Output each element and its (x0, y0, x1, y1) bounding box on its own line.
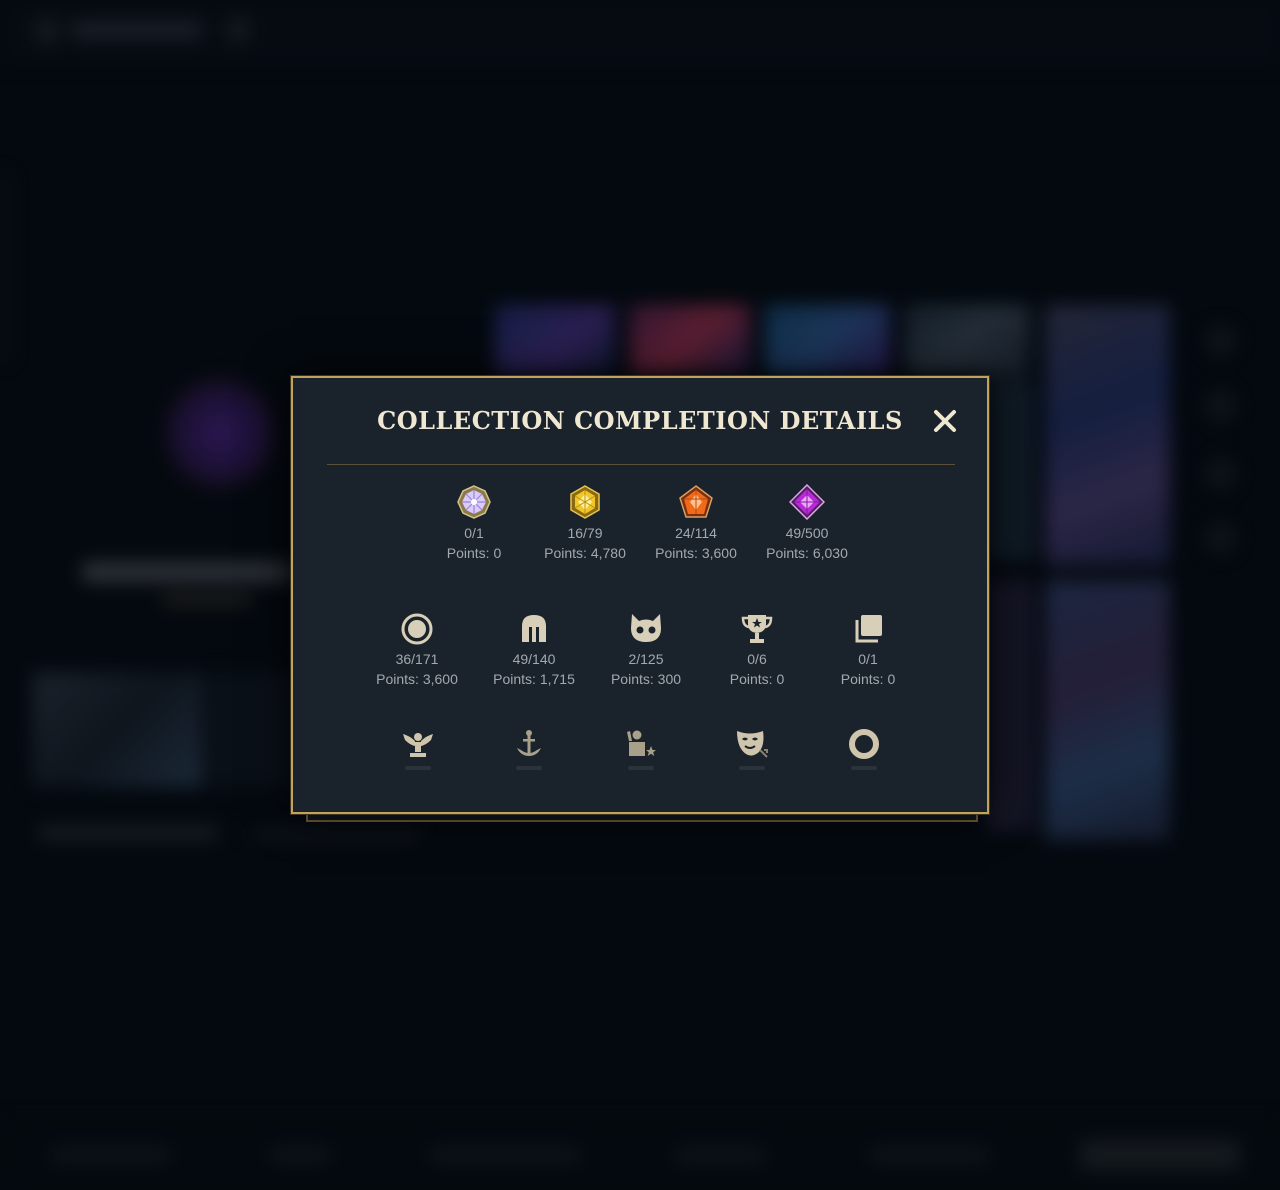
ward-icon (517, 730, 541, 756)
category-count: 0/1 (858, 651, 878, 667)
gem-stat-orange: 24/114 Points: 3,600 (636, 484, 756, 561)
category-stat-wards (499, 728, 559, 770)
gem-stat-purple: 49/500 Points: 6,030 (747, 484, 867, 561)
category-stat-skins: 49/140 Points: 1,715 (474, 612, 594, 687)
pet-icon (631, 614, 661, 642)
category-count: 2/125 (628, 651, 664, 667)
gem-count: 0/1 (464, 525, 484, 541)
gem-count: 24/114 (675, 525, 717, 541)
category-count: 0/6 (747, 651, 767, 667)
modal-title: COLLECTION COMPLETION DETAILS (377, 406, 903, 435)
collection-completion-modal: COLLECTION COMPLETION DETAILS 0/1 Points… (291, 376, 989, 814)
emote-icon (627, 730, 656, 756)
category-stat-emotes (611, 728, 671, 770)
ring-icon (849, 729, 879, 759)
gem-count: 49/500 (785, 525, 829, 541)
faded-label (516, 766, 542, 770)
category-points: Points: 0 (840, 671, 896, 687)
category-points: Points: 3,600 (376, 671, 458, 687)
statue-icon (403, 733, 433, 757)
mask-icon (737, 731, 768, 758)
close-button[interactable] (932, 408, 958, 434)
category-stat-icons: 36/171 Points: 3,600 (357, 612, 477, 687)
category-stat-rings (834, 728, 894, 770)
purple-gem-icon (789, 484, 825, 520)
trophy-icon (741, 615, 773, 643)
category-stat-masks (722, 728, 782, 770)
cards-icon (855, 615, 882, 643)
faded-label (851, 766, 877, 770)
close-icon (934, 410, 956, 432)
gold-gem-icon (570, 485, 600, 519)
circle-icon (401, 613, 433, 645)
faded-label (405, 766, 431, 770)
divider (327, 464, 955, 465)
helmet-icon (522, 615, 546, 642)
category-points: Points: 300 (610, 671, 682, 687)
category-count: 36/171 (395, 651, 439, 667)
category-stat-pets: 2/125 Points: 300 (586, 612, 706, 687)
gem-count: 16/79 (567, 525, 603, 541)
gem-stat-white: 0/1 Points: 0 (414, 484, 534, 561)
category-stat-cards: 0/1 Points: 0 (808, 612, 928, 687)
category-stat-trophies: 0/6 Points: 0 (697, 612, 817, 687)
category-stat-statues (388, 728, 448, 770)
faded-label (739, 766, 765, 770)
orange-gem-icon (679, 485, 713, 518)
category-points: Points: 1,715 (493, 671, 575, 687)
gem-points: Points: 6,030 (766, 545, 848, 561)
gem-points: Points: 4,780 (544, 545, 626, 561)
category-count: 49/140 (512, 651, 556, 667)
gem-points: Points: 0 (446, 545, 502, 561)
faded-label (628, 766, 654, 770)
category-points: Points: 0 (729, 671, 785, 687)
gem-points: Points: 3,600 (655, 545, 737, 561)
gem-stat-gold: 16/79 Points: 4,780 (525, 484, 645, 561)
white-gem-icon (457, 485, 491, 519)
